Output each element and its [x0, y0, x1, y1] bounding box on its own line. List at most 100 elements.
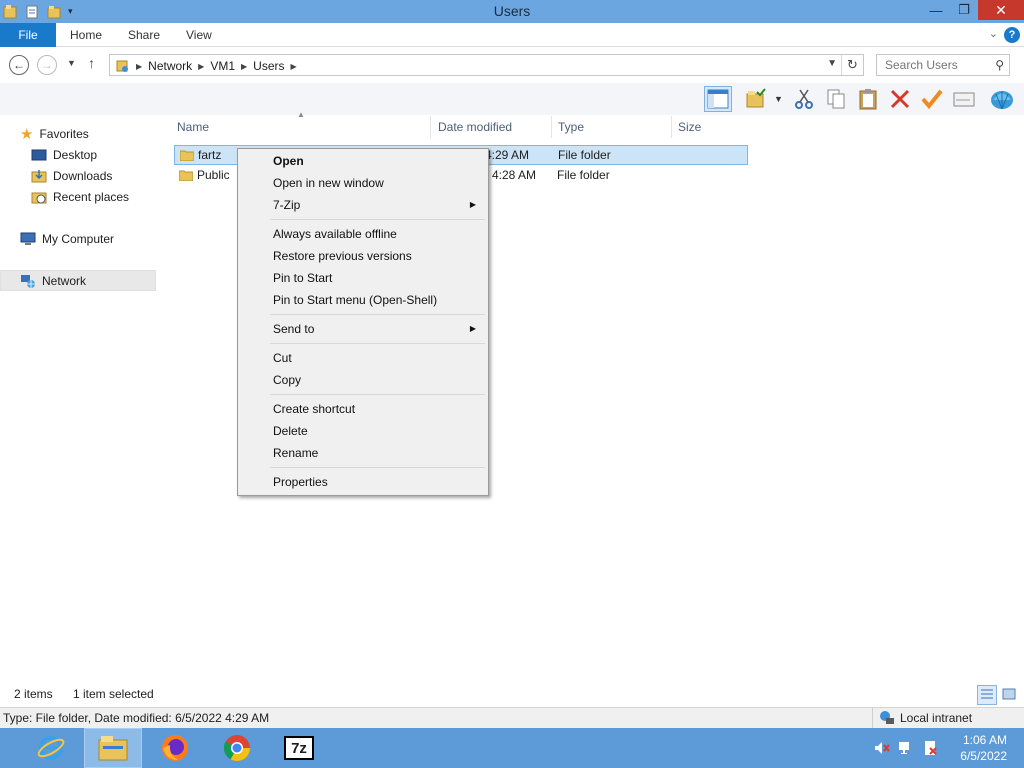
address-bar[interactable]: ▶ Network ▶ VM1 ▶ Users ▶ ▼ ↻	[109, 54, 864, 76]
taskbar-chrome[interactable]	[208, 728, 266, 768]
menu-item-send-to-label: Send to	[273, 322, 315, 336]
copy-toolbar-button[interactable]	[822, 86, 850, 112]
details-view-button[interactable]	[977, 685, 997, 705]
menu-item-copy[interactable]: Copy	[240, 369, 486, 391]
breadcrumb-separator-icon: ▶	[136, 61, 143, 71]
menu-item-delete[interactable]: Delete	[240, 420, 486, 442]
column-header-date-modified[interactable]: Date modified	[432, 116, 552, 138]
desktop-icon	[31, 149, 47, 160]
ribbon-expand-icon[interactable]: ⌄	[989, 27, 998, 40]
close-button[interactable]: ✕	[978, 0, 1024, 20]
menu-item-7zip[interactable]: 7-Zip ▶	[240, 194, 486, 216]
checkmark-icon	[921, 89, 943, 110]
nav-downloads[interactable]: Downloads	[0, 165, 156, 186]
action-center-icon[interactable]	[922, 740, 938, 756]
context-menu: Open Open in new window 7-Zip ▶ Always a…	[237, 148, 489, 496]
large-icons-view-icon	[1002, 688, 1016, 700]
chrome-icon	[223, 735, 251, 762]
cut-toolbar-button[interactable]	[790, 86, 818, 112]
menu-item-restore-previous[interactable]: Restore previous versions	[240, 245, 486, 267]
taskbar-firefox[interactable]	[146, 728, 204, 768]
7zip-icon: 7z	[284, 736, 314, 760]
taskbar-7zip[interactable]: 7z	[270, 728, 328, 768]
tab-file[interactable]: File	[0, 23, 56, 47]
security-zone: Local intranet	[872, 708, 972, 728]
tab-view[interactable]: View	[186, 23, 212, 47]
submenu-arrow-icon: ▶	[469, 200, 476, 209]
window-title: Users	[493, 3, 531, 19]
minimize-button[interactable]: —	[922, 0, 950, 20]
nav-my-computer[interactable]: My Computer	[0, 228, 156, 249]
computer-icon	[20, 232, 36, 245]
move-folder-button[interactable]	[742, 86, 770, 112]
menu-item-rename[interactable]: Rename	[240, 442, 486, 464]
breadcrumb-users[interactable]: Users	[253, 59, 284, 73]
tab-home[interactable]: Home	[70, 23, 102, 47]
paste-toolbar-button[interactable]	[854, 86, 882, 112]
shell-icon	[991, 91, 1013, 110]
address-dropdown-icon[interactable]: ▼	[827, 58, 837, 69]
restore-button[interactable]: ❐	[950, 0, 978, 20]
network-status-icon[interactable]	[898, 740, 914, 756]
nav-recent-places[interactable]: Recent places	[0, 186, 156, 207]
menu-item-send-to[interactable]: Send to ▶	[240, 318, 486, 340]
column-header-type[interactable]: Type	[552, 116, 672, 138]
nav-my-computer-label: My Computer	[42, 231, 115, 246]
refresh-button[interactable]: ↻	[841, 55, 863, 75]
menu-item-pin-start-menu[interactable]: Pin to Start menu (Open-Shell)	[240, 289, 486, 311]
large-icons-view-button[interactable]	[1000, 685, 1020, 705]
menu-item-cut[interactable]: Cut	[240, 347, 486, 369]
menu-item-create-shortcut[interactable]: Create shortcut	[240, 398, 486, 420]
breadcrumb-vm1[interactable]: VM1	[210, 59, 235, 73]
details-view-icon	[981, 689, 993, 699]
menu-item-always-offline[interactable]: Always available offline	[240, 223, 486, 245]
delete-toolbar-button[interactable]	[886, 86, 914, 112]
ribbon-tabs: File Home Share View ⌄ ?	[0, 23, 1024, 47]
menu-item-properties[interactable]: Properties	[240, 471, 486, 493]
up-arrow-icon[interactable]: ↑	[88, 55, 95, 71]
search-input[interactable]	[877, 55, 985, 75]
menu-item-open-new-window[interactable]: Open in new window	[240, 172, 486, 194]
file-date: 4:29 AM	[485, 148, 530, 162]
nav-desktop[interactable]: Desktop	[0, 144, 156, 165]
recent-locations-icon[interactable]: ▼	[67, 58, 76, 68]
system-clock[interactable]: 1:06 AM 6/5/2022	[960, 732, 1007, 764]
open-shell-settings-button[interactable]	[988, 86, 1016, 112]
column-header-name[interactable]: Name	[171, 116, 431, 138]
file-type: File folder	[557, 168, 610, 182]
recent-places-icon	[31, 192, 47, 203]
column-header-size[interactable]: Size	[672, 116, 752, 138]
taskbar-file-explorer[interactable]	[84, 728, 142, 768]
menu-item-open[interactable]: Open	[240, 150, 486, 172]
forward-button[interactable]: →	[37, 55, 57, 75]
clock-time: 1:06 AM	[962, 733, 1007, 747]
back-button[interactable]: ←	[9, 55, 29, 75]
file-name: fartz	[198, 148, 222, 162]
nav-favorites[interactable]: ★ Favorites	[0, 123, 156, 144]
properties-toolbar-button[interactable]	[918, 86, 946, 112]
menu-item-pin-to-start[interactable]: Pin to Start	[240, 267, 486, 289]
folder-options-dropdown-icon[interactable]: ▼	[774, 94, 783, 104]
help-button[interactable]: ?	[1004, 27, 1020, 43]
nav-network[interactable]: Network	[0, 270, 156, 291]
file-date: 4:28 AM	[492, 168, 537, 182]
menu-separator	[270, 343, 485, 344]
selection-count: 1 item selected	[73, 687, 154, 701]
nav-downloads-label: Downloads	[53, 168, 113, 183]
navigation-pane-button[interactable]	[704, 86, 732, 112]
search-box[interactable]: ⚲	[876, 54, 1010, 76]
address-row: ← → ▼ ↑ ▶ Network ▶ VM1 ▶ Users ▶ ▼ ↻ ⚲	[0, 48, 1024, 82]
email-toolbar-button[interactable]	[950, 86, 978, 112]
taskbar-internet-explorer[interactable]	[22, 728, 80, 768]
file-type: File folder	[558, 148, 611, 162]
nav-favorites-label: Favorites	[39, 126, 89, 141]
7zip-icon-label: 7z	[291, 739, 307, 757]
intranet-icon	[880, 711, 894, 724]
breadcrumb-network[interactable]: Network	[148, 59, 192, 73]
volume-muted-icon[interactable]	[874, 740, 890, 756]
breadcrumb-separator-icon: ▶	[198, 61, 205, 71]
menu-separator	[270, 314, 485, 315]
details-bar: Type: File folder, Date modified: 6/5/20…	[0, 707, 1024, 728]
tab-share[interactable]: Share	[128, 23, 160, 47]
nav-recent-places-label: Recent places	[53, 189, 130, 204]
